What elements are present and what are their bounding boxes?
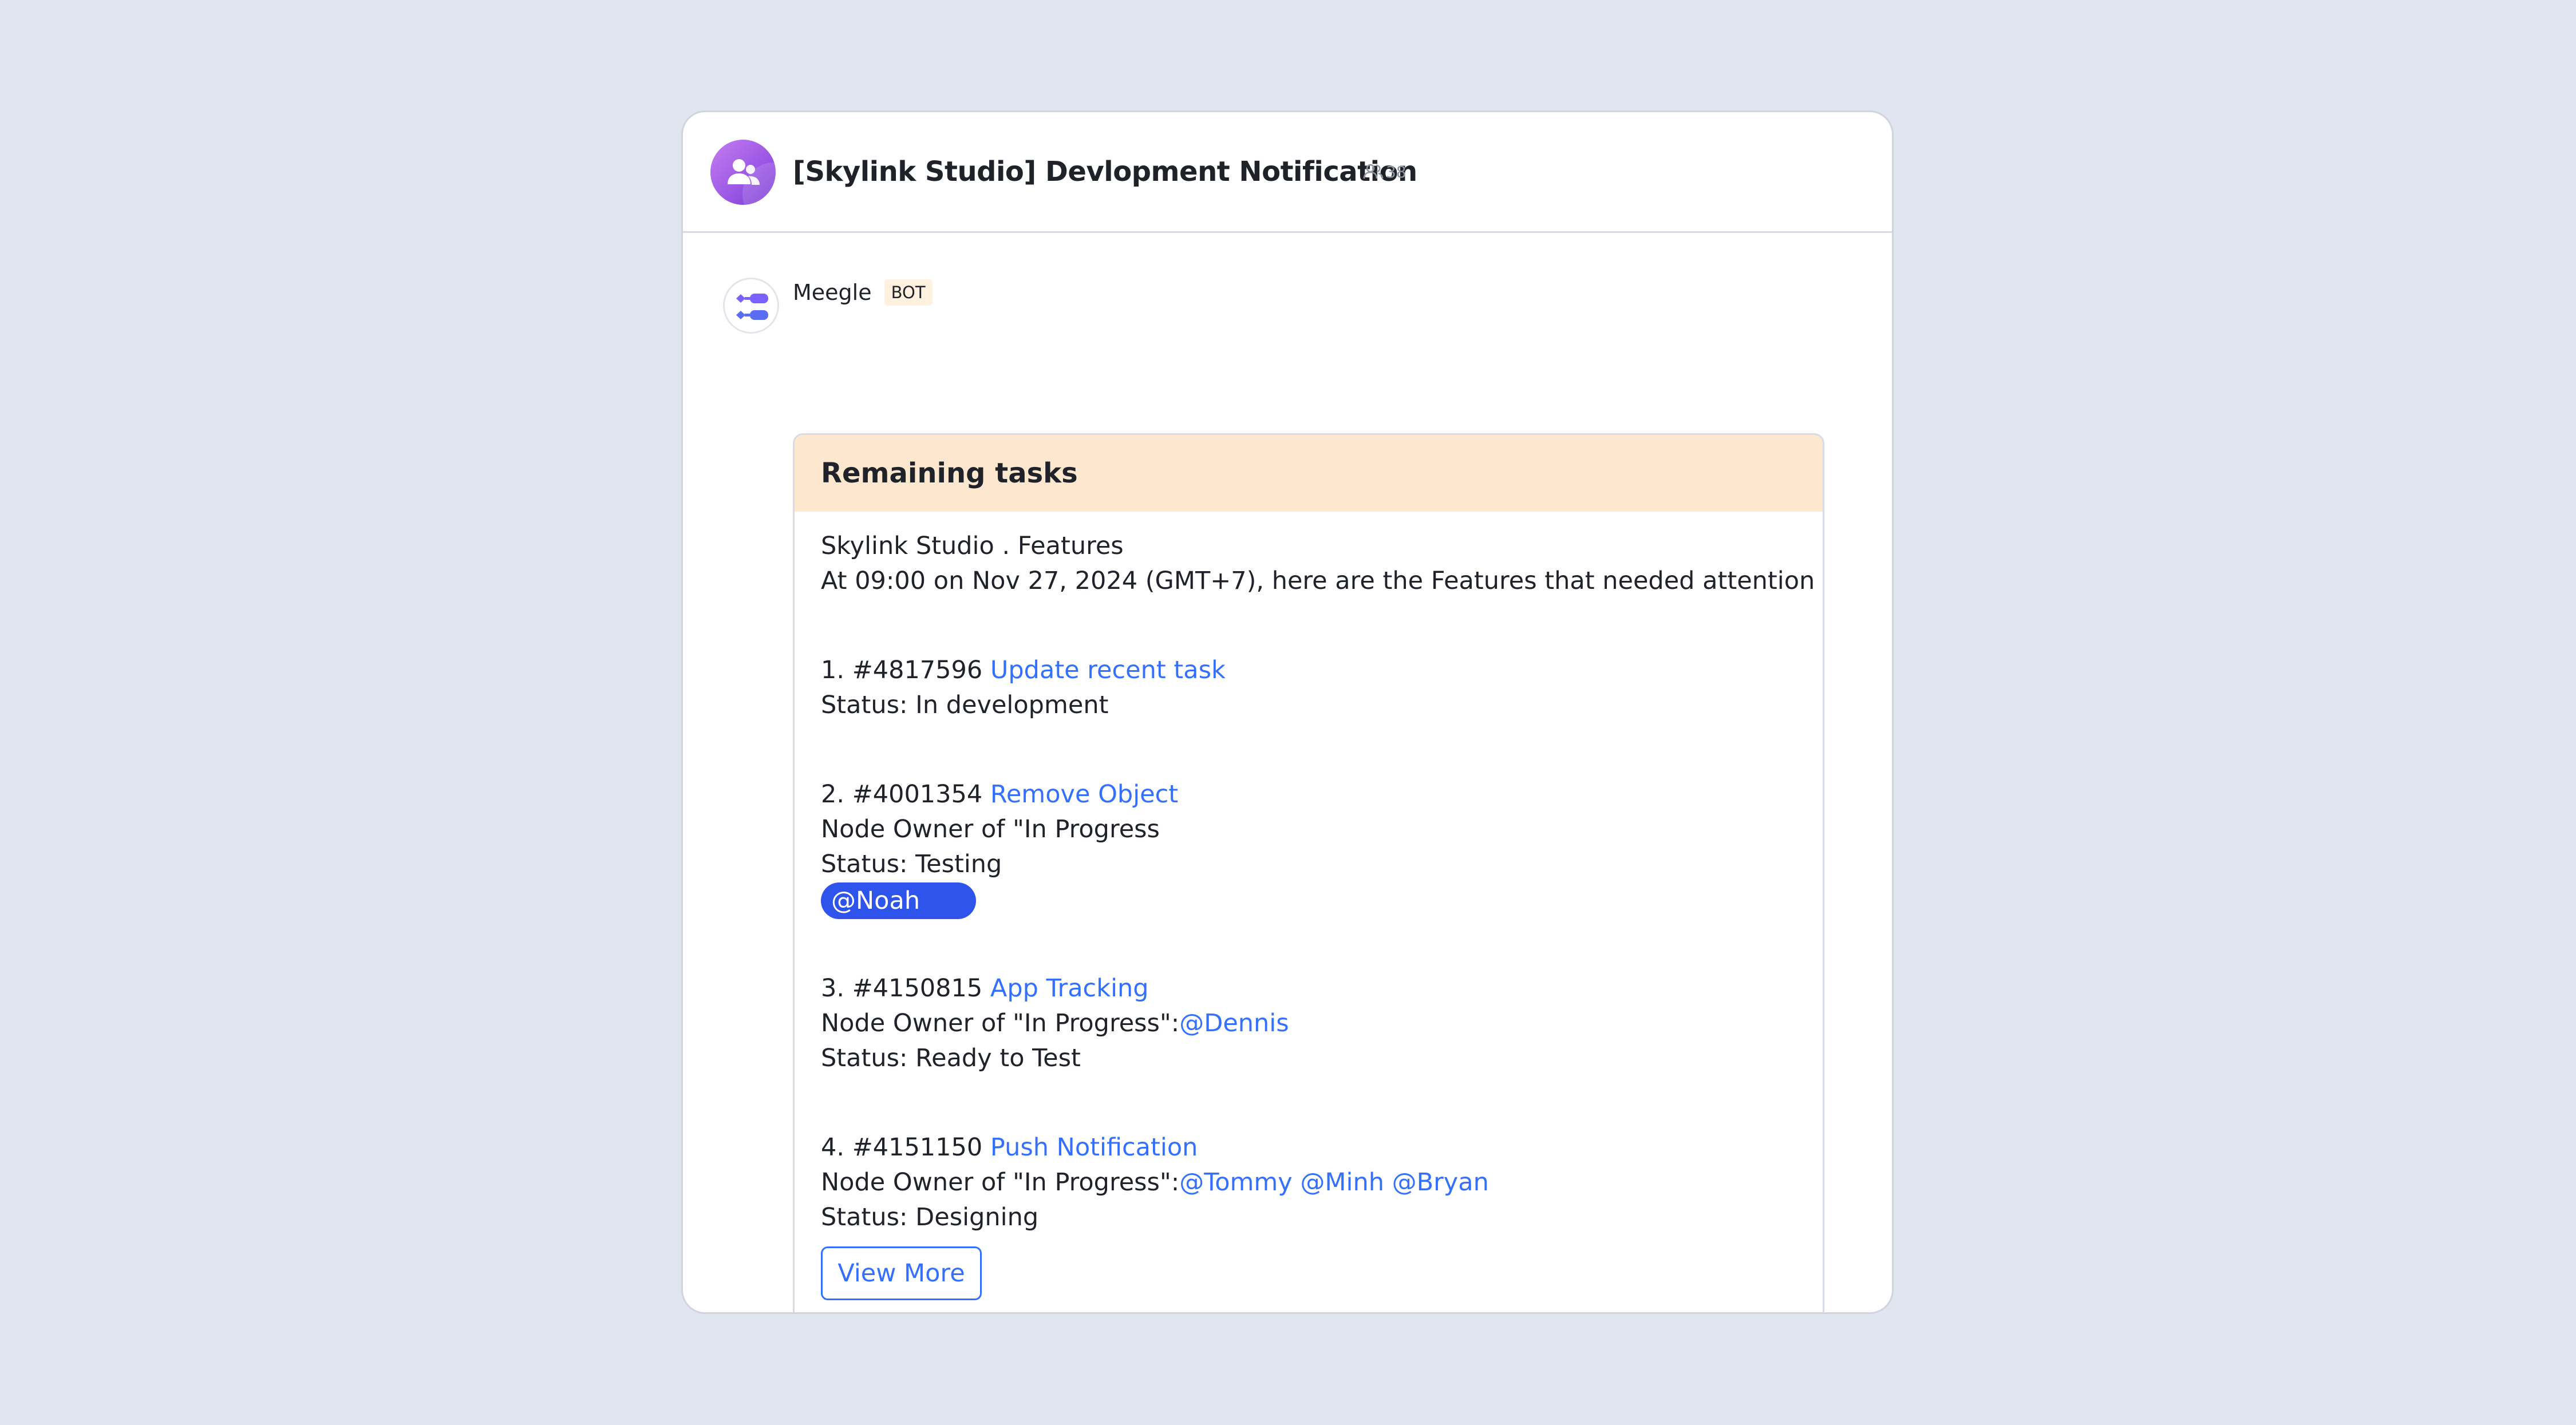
task-owner-label: Node Owner of "In Progress": bbox=[821, 1009, 1180, 1038]
task-number: 4. #4151150 bbox=[821, 1133, 990, 1162]
task-item: 3. #4150815 App Tracking bbox=[821, 971, 1805, 1006]
task-status: Status: Designing bbox=[821, 1203, 1039, 1232]
task-status: Status: In development bbox=[821, 691, 1109, 719]
task-status: Status: Testing bbox=[821, 850, 1002, 878]
task-owner: Node Owner of "In Progress":@Tommy @Minh… bbox=[821, 1165, 1805, 1200]
bot-avatar[interactable] bbox=[723, 278, 779, 334]
intro-line: Skylink Studio . Features bbox=[821, 532, 1124, 560]
task-link[interactable]: Update recent task bbox=[990, 656, 1226, 684]
task-item: 2. #4001354 Remove Object bbox=[821, 777, 1805, 812]
group-icon bbox=[728, 159, 760, 185]
bot-badge: BOT bbox=[884, 279, 933, 306]
members-icon bbox=[1363, 164, 1384, 179]
task-number: 1. #4817596 bbox=[821, 656, 990, 684]
task-link[interactable]: Remove Object bbox=[990, 780, 1178, 809]
task-owner-label: Node Owner of "In Progress": bbox=[821, 1168, 1180, 1197]
task-item: 4. #4151150 Push Notification bbox=[821, 1130, 1805, 1165]
chat-title: [Skylink Studio] Devlopment Notification bbox=[793, 156, 1417, 188]
owner-mention[interactable]: @Dennis bbox=[1179, 1009, 1289, 1038]
owner-mention[interactable]: @Tommy @Minh @Bryan bbox=[1179, 1168, 1489, 1197]
task-item: 1. #4817596 Update recent task bbox=[821, 653, 1805, 688]
task-owner: Node Owner of "In Progress":@Dennis bbox=[821, 1006, 1805, 1041]
card-title: Remaining tasks bbox=[821, 457, 1078, 489]
card-header: Remaining tasks bbox=[795, 435, 1823, 512]
sender-name[interactable]: Meegle bbox=[793, 280, 872, 305]
task-link[interactable]: App Tracking bbox=[990, 974, 1149, 1003]
task-link[interactable]: Push Notification bbox=[990, 1133, 1198, 1162]
sender-row: Meegle BOT bbox=[793, 276, 933, 308]
task-status: Status: Ready to Test bbox=[821, 1044, 1081, 1072]
task-number: 3. #4150815 bbox=[821, 974, 990, 1003]
meegle-logo-icon bbox=[736, 294, 768, 320]
member-count-value: 38 bbox=[1386, 162, 1406, 181]
task-number: 2. #4001354 bbox=[821, 780, 990, 809]
card-body: Skylink Studio . Features At 09:00 on No… bbox=[821, 529, 1815, 1235]
mention-pill[interactable]: @Noah bbox=[821, 882, 977, 919]
group-avatar[interactable] bbox=[710, 140, 776, 205]
chat-window: [Skylink Studio] Devlopment Notification… bbox=[681, 110, 1894, 1314]
member-count[interactable]: 38 bbox=[1363, 161, 1406, 182]
intro-line: At 09:00 on Nov 27, 2024 (GMT+7), here a… bbox=[821, 567, 1815, 595]
chat-header: [Skylink Studio] Devlopment Notification… bbox=[683, 112, 1892, 233]
view-more-button[interactable]: View More bbox=[821, 1246, 982, 1300]
message-card: Remaining tasks Skylink Studio . Feature… bbox=[793, 433, 1824, 1312]
message-list: Meegle BOT Remaining tasks Skylink Studi… bbox=[683, 233, 1892, 1312]
task-owner-label: Node Owner of "In Progress bbox=[821, 815, 1160, 844]
